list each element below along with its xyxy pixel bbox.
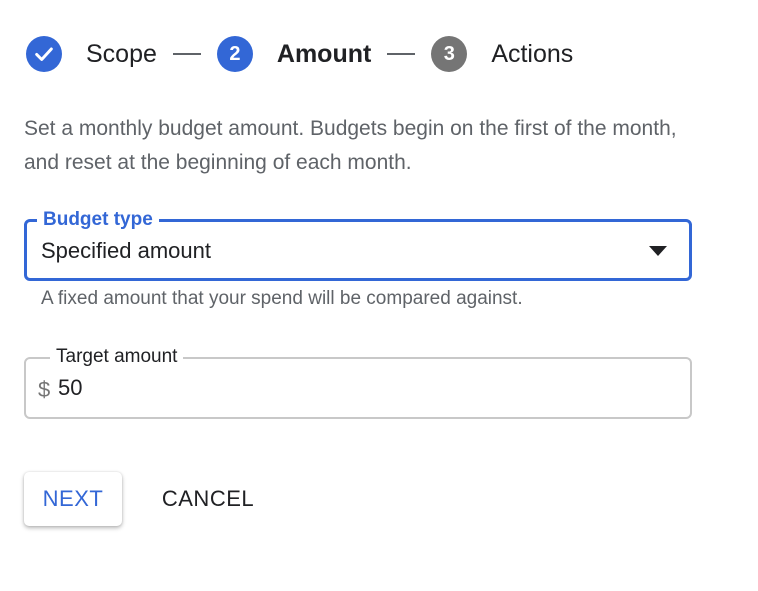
target-amount-input[interactable]	[58, 369, 658, 407]
step-label-amount: Amount	[276, 39, 372, 68]
step-scope[interactable]: Scope	[26, 36, 157, 72]
budget-type-helper-text: A fixed amount that your spend will be c…	[41, 288, 523, 309]
currency-prefix: $	[38, 377, 51, 402]
dropdown-arrow-icon	[649, 246, 667, 256]
step-number-badge: 3	[431, 36, 468, 72]
description-text: Set a monthly budget amount. Budgets beg…	[24, 117, 677, 174]
stepper: Scope 2 Amount 3 Actions	[26, 36, 573, 72]
budget-type-value: Specified amount	[41, 238, 211, 263]
step-amount[interactable]: 2 Amount	[216, 36, 372, 72]
cancel-button[interactable]: CANCEL	[146, 472, 270, 526]
step-connector	[172, 53, 201, 55]
budget-type-select[interactable]: Budget type Specified amount	[24, 208, 692, 281]
step-label-scope: Scope	[86, 39, 157, 68]
budget-amount-page: Scope 2 Amount 3 Actions Set a monthly b…	[0, 0, 758, 591]
step-number-badge: 2	[216, 36, 253, 72]
next-button[interactable]: NEXT	[24, 472, 122, 526]
step-label-actions: Actions	[491, 39, 574, 68]
budget-type-label: Budget type	[37, 208, 159, 232]
target-amount-label: Target amount	[50, 345, 184, 369]
step-completed-indicator	[26, 36, 62, 72]
check-icon	[35, 47, 53, 61]
step-actions[interactable]: 3 Actions	[431, 36, 573, 72]
step-connector	[387, 53, 416, 55]
target-amount-field: Target amount $	[24, 345, 692, 419]
